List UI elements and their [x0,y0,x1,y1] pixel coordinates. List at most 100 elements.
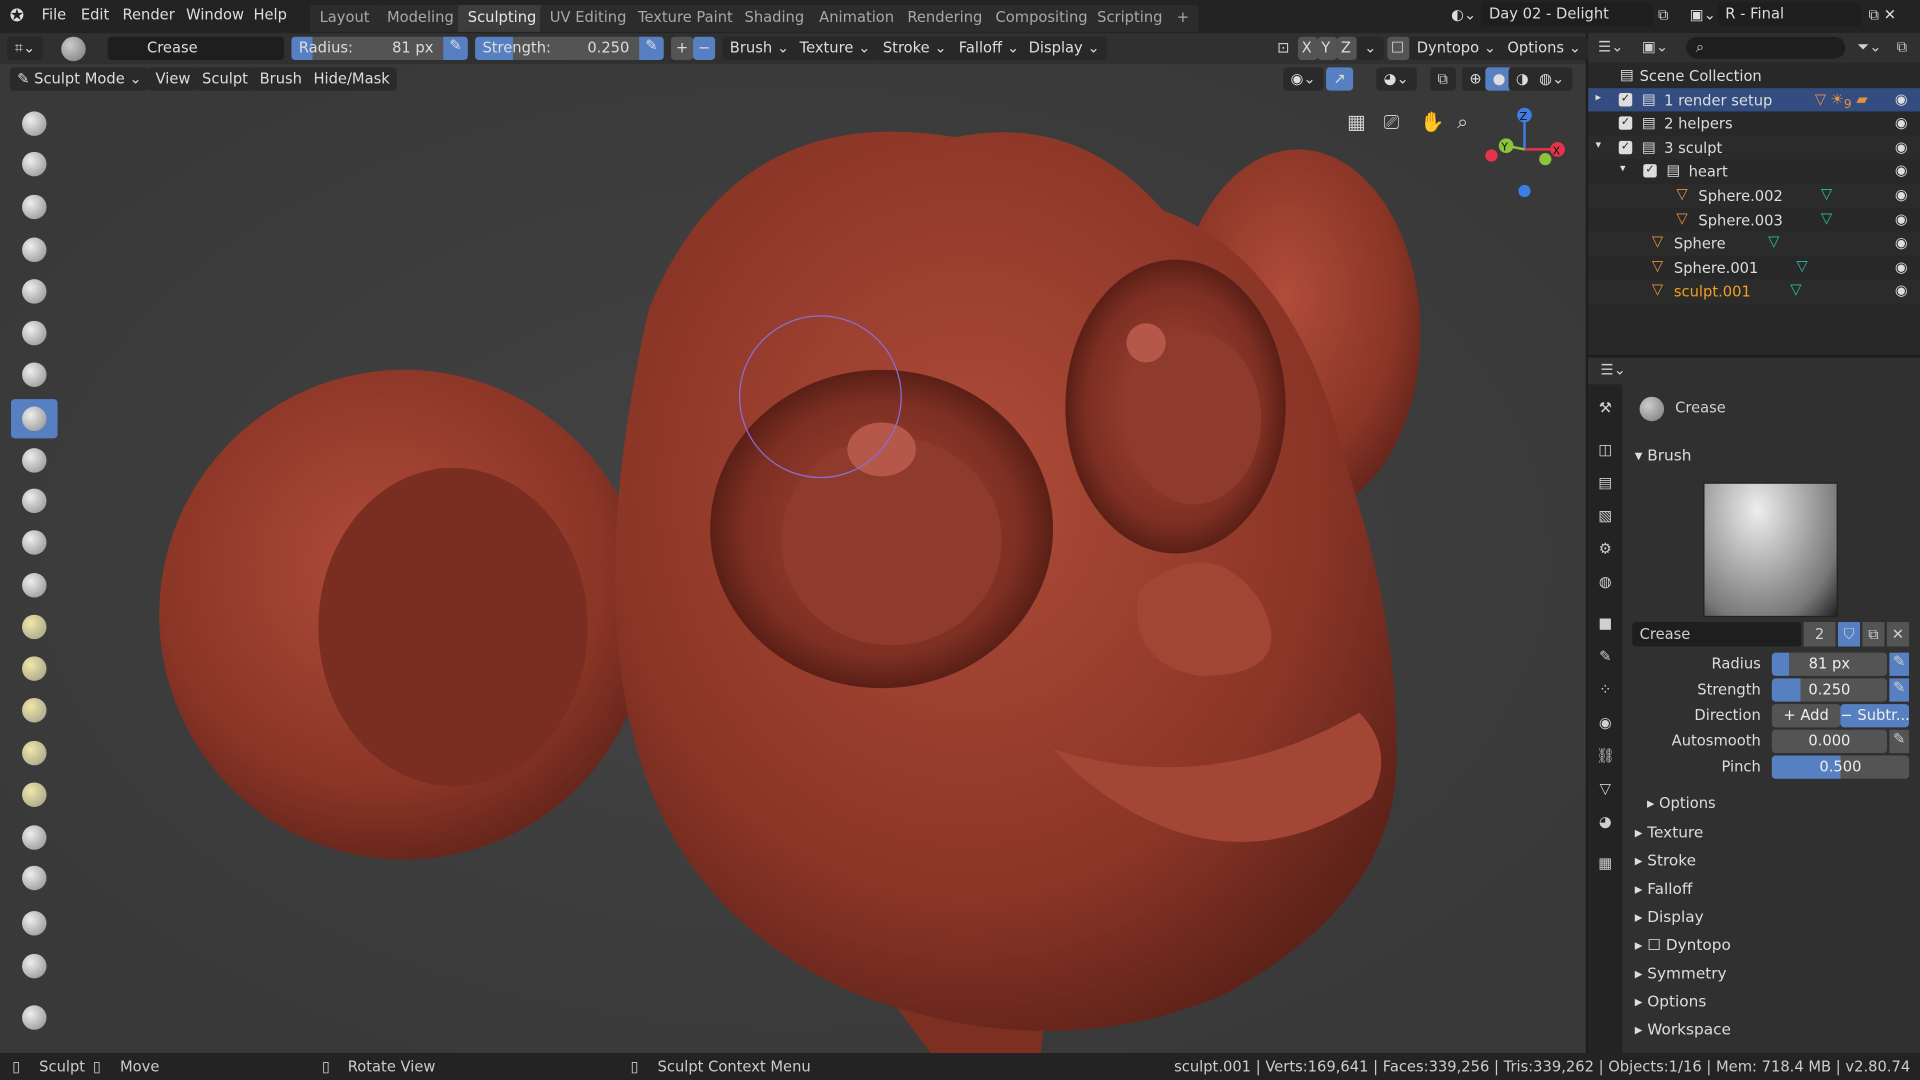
tool-grab[interactable] [11,649,58,688]
outliner-row[interactable]: ✓ ▤ 2 helpers ◉ [1588,112,1920,136]
radius-field[interactable]: 81 px [1771,652,1887,676]
eye-icon[interactable]: ◉ [1895,114,1908,131]
outliner-row[interactable]: ▽ sculpt.001 ▽ ◉ [1588,279,1920,304]
dyntopo-dropdown[interactable]: Dyntopo ⌄ [1409,36,1504,61]
tab-texture-icon[interactable]: ▦ [1596,855,1616,875]
options-subpanel[interactable]: ▸ Options [1647,795,1716,812]
menu-brush[interactable]: Brush [252,67,310,91]
scene-selector[interactable]: Day 02 - Delight [1481,2,1654,26]
shading-rendered[interactable]: ◍⌄ [1531,67,1572,91]
tab-object-data-icon[interactable]: ▽ [1596,780,1616,800]
stroke-dropdown[interactable]: Stroke ⌄ [875,36,955,61]
outliner-row[interactable]: ▸ ✓ ▤ 1 render setup ▽ ☀9 ▰ ◉ [1588,87,1920,112]
tool-fill[interactable] [11,523,58,562]
menu-hide-mask[interactable]: Hide/Mask [306,67,398,91]
tool-thumb[interactable] [11,733,58,772]
tool-crease[interactable] [11,399,58,439]
options-dropdown[interactable]: Options ⌄ [1500,36,1589,61]
tab-tool-icon[interactable]: ⚒ [1596,399,1616,419]
panel-options[interactable]: ▸ Options [1635,992,1707,1010]
outliner-row[interactable]: ▽ Sphere.001 ▽ ◉ [1588,256,1920,280]
outliner-row[interactable]: ▽ Sphere.003 ▽ ◉ [1588,208,1920,232]
tab-modeling[interactable]: Modeling [377,4,464,32]
tab-world-icon[interactable]: ◍ [1596,573,1616,593]
tool-scrape[interactable] [11,566,58,605]
collapse-arrow-icon[interactable]: ▾ [1620,163,1626,175]
pressure-icon[interactable]: ✎ [1889,729,1909,754]
menu-window[interactable]: Window [186,6,244,23]
tab-animation[interactable]: Animation [809,4,904,32]
menu-file[interactable]: File [42,6,67,23]
brush-name-field[interactable]: Crease [107,36,285,61]
panel-symmetry[interactable]: ▸ Symmetry [1635,964,1727,982]
new-collection-icon[interactable]: ⧉ [1897,38,1908,56]
panel-stroke[interactable]: ▸ Stroke [1635,851,1696,869]
user-count[interactable]: 2 [1803,622,1836,647]
filter-view-icon[interactable]: ▣⌄ [1642,38,1668,55]
eye-icon[interactable]: ◉ [1895,234,1908,251]
tab-material-icon[interactable]: ◕ [1596,813,1616,833]
tool-snake-hook[interactable] [11,691,58,730]
radius-slider[interactable]: Radius: 81 px ✎ [291,36,468,61]
camera-view-icon[interactable]: ⎚ [1384,110,1400,134]
panel-dyntopo[interactable]: ▸ ☐ Dyntopo [1635,936,1731,954]
mesh-data-icon[interactable]: ▽ [1821,185,1832,202]
tab-object-icon[interactable]: ■ [1596,615,1616,635]
tool-inflate[interactable] [11,313,58,352]
mode-selector[interactable]: ✎ Sculpt Mode ⌄ [9,67,150,91]
texture-dropdown[interactable]: Texture ⌄ [792,36,878,61]
brush-datablock-field[interactable]: Crease [1632,622,1802,647]
eye-icon[interactable]: ◉ [1895,90,1908,107]
collapse-arrow-icon[interactable]: ▾ [1596,139,1602,151]
tool-smooth[interactable] [11,441,58,480]
eye-icon[interactable]: ◉ [1895,186,1908,203]
panel-texture[interactable]: ▸ Texture [1635,823,1704,841]
symmetry-x-toggle[interactable]: X [1297,36,1318,61]
tool-box-mask[interactable] [11,947,58,986]
add-workspace-button[interactable]: + [1166,4,1199,32]
strength-slider[interactable]: Strength: 0.250 ✎ [475,36,664,61]
mesh-data-icon[interactable]: ▽ [1790,281,1801,298]
tab-render-icon[interactable]: ◫ [1596,441,1616,461]
scene-collection-row[interactable]: ▤ Scene Collection [1588,64,1920,88]
autosmooth-field[interactable]: 0.000 [1771,729,1887,754]
tool-rotate[interactable] [11,858,58,897]
mesh-data-icon[interactable]: ▽ [1796,257,1807,274]
tool-draw-sharp[interactable] [11,144,58,183]
duplicate-icon[interactable]: ⧉ [1862,622,1885,647]
pressure-icon[interactable]: ✎ [639,36,664,61]
xray-toggle[interactable]: ⧉ [1430,67,1456,91]
display-dropdown[interactable]: Display ⌄ [1021,36,1108,61]
tool-flatten[interactable] [11,481,58,520]
pressure-icon[interactable]: ✎ [443,36,468,61]
menu-sculpt[interactable]: Sculpt [194,67,256,91]
menu-help[interactable]: Help [253,6,287,23]
exclude-checkbox[interactable]: ✓ [1618,116,1633,131]
visibility-dropdown[interactable]: ◉⌄ [1283,67,1324,91]
fake-user-icon[interactable]: ⛉ [1837,622,1861,647]
outliner-search-input[interactable]: ⌕ [1686,36,1846,59]
direction-subtract-button[interactable]: − [693,36,716,61]
navigation-gizmo[interactable]: Z X Y [1476,100,1574,198]
3d-viewport[interactable]: ✎ Sculpt Mode ⌄ View Sculpt Brush Hide/M… [0,63,1586,1054]
symmetry-dropdown[interactable]: ⌄ [1356,36,1384,61]
tool-clay-strips[interactable] [11,230,58,269]
panel-falloff[interactable]: ▸ Falloff [1635,879,1693,897]
tab-output-icon[interactable]: ▤ [1596,474,1616,494]
eye-icon[interactable]: ◉ [1895,258,1908,275]
eye-icon[interactable]: ◉ [1895,282,1908,299]
tool-layer[interactable] [11,272,58,311]
scene-icon[interactable]: ◐⌄ [1451,6,1476,23]
strength-field[interactable]: 0.250 [1771,678,1887,702]
tool-pinch[interactable] [11,607,58,646]
blender-logo-icon[interactable]: ✪ [10,6,24,26]
scene-new-icon[interactable]: ⧉ [1658,6,1669,24]
mesh-data-icon[interactable]: ▽ [1768,233,1779,250]
tab-texture-paint[interactable]: Texture Paint [628,4,743,32]
zoom-icon[interactable]: ⌕ [1457,110,1468,134]
overlays-toggle[interactable]: ◕⌄ [1376,67,1417,91]
direction-subtract-button[interactable]: − Subtr... [1840,704,1909,728]
tool-pose[interactable] [11,775,58,814]
pinch-field[interactable]: 0.500 [1771,755,1909,779]
tab-physics-icon[interactable]: ◉ [1596,714,1616,734]
